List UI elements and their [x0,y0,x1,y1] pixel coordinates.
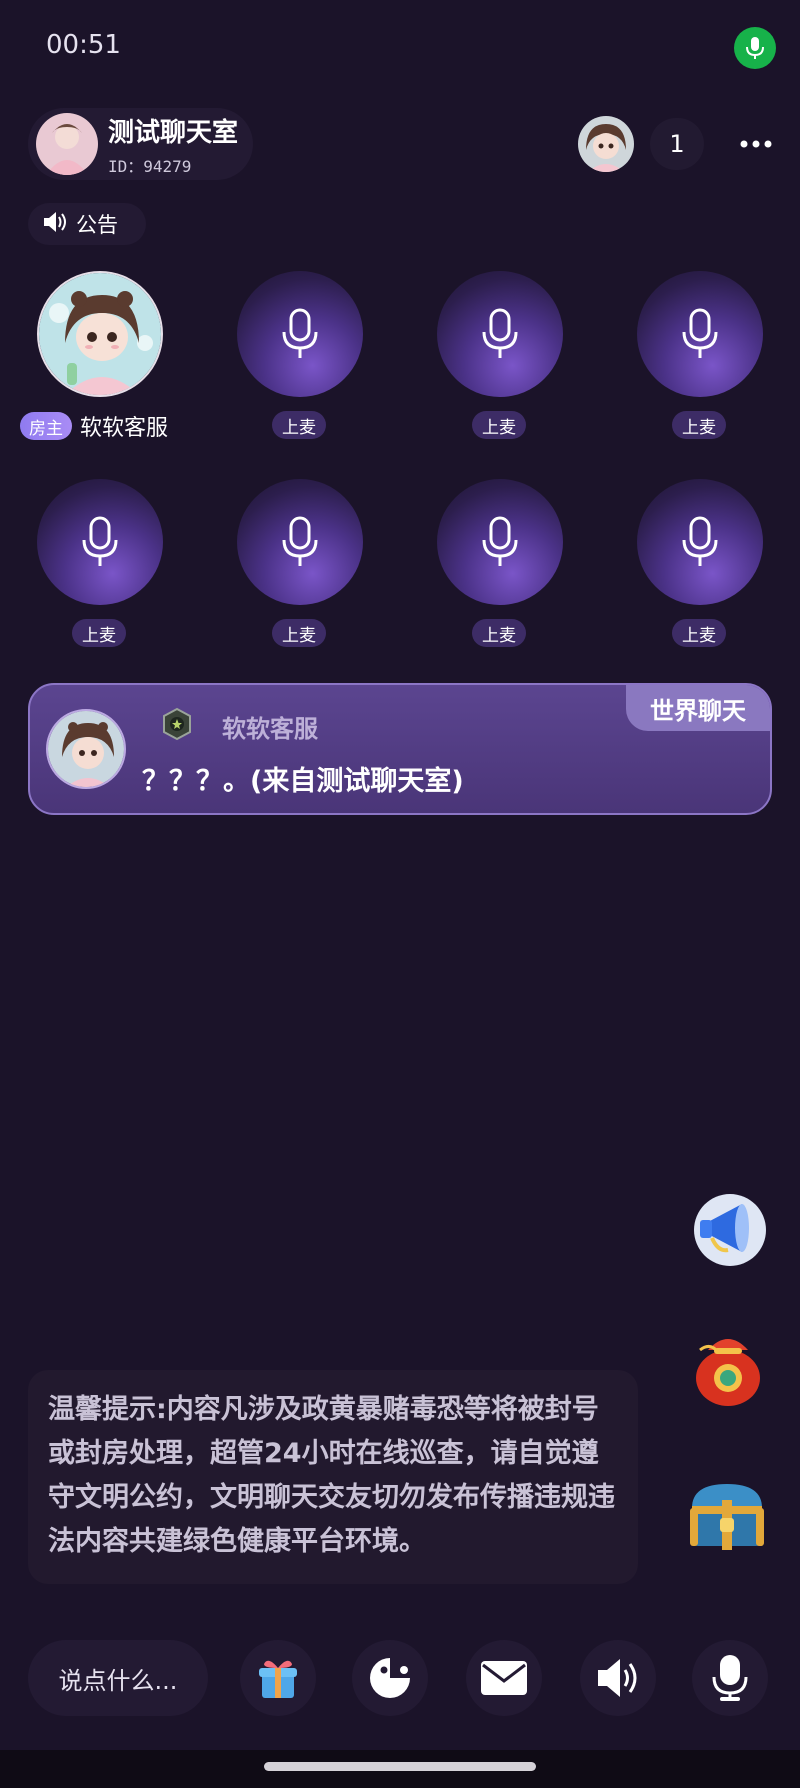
microphone-icon [682,308,718,358]
seat-6[interactable] [437,479,563,605]
microphone-icon [482,516,518,566]
seat-7[interactable] [637,479,763,605]
microphone-icon [282,516,318,566]
announcement-label: 公告 [76,213,118,237]
warning-tip-text: 温馨提示:内容凡涉及政黄暴赌毒恐等将被封号或封房处理，超管24小时在线巡查，请自… [48,1394,615,1557]
lucky-bag-icon[interactable] [686,1320,770,1406]
megaphone-icon[interactable] [686,1186,770,1270]
status-time: 00:51 [46,30,121,60]
seat-3-label[interactable]: 上麦 [672,411,726,439]
home-indicator[interactable] [264,1762,536,1771]
microphone-icon [82,516,118,566]
online-count[interactable]: 1 [650,118,704,170]
seat-5[interactable] [237,479,363,605]
gift-icon [259,1660,297,1698]
room-avatar[interactable] [36,113,98,175]
microphone-button[interactable] [692,1640,768,1716]
online-user-avatar[interactable] [578,116,634,172]
game-button[interactable] [352,1640,428,1716]
seat-3[interactable] [637,271,763,397]
world-chat-sender: 软软客服 [222,715,318,743]
seat-1[interactable] [237,271,363,397]
sender-avatar[interactable] [46,709,126,789]
seat-7-label[interactable]: 上麦 [672,619,726,647]
world-chat-card[interactable]: 世界聊天 软软客服 ？？？。(来自测试聊天室) [28,683,772,815]
host-seat-avatar[interactable] [37,271,163,397]
microphone-icon [682,516,718,566]
world-chat-tag: 世界聊天 [626,685,770,731]
seat-2-label[interactable]: 上麦 [472,411,526,439]
seat-1-label[interactable]: 上麦 [272,411,326,439]
microphone-icon [482,308,518,358]
warning-tip: 温馨提示:内容凡涉及政黄暴赌毒恐等将被封号或封房处理，超管24小时在线巡查，请自… [28,1370,638,1584]
room-id: ID：94279 [108,157,192,176]
mail-icon [481,1661,527,1695]
world-chat-message: ？？？。(来自测试聊天室) [142,766,464,797]
seat-4[interactable] [37,479,163,605]
speaker-button[interactable] [580,1640,656,1716]
room-title: 测试聊天室 [108,118,239,148]
seat-4-label[interactable]: 上麦 [72,619,126,647]
microphone-icon [282,308,318,358]
host-badge: 房主 [20,412,72,440]
gift-button[interactable] [240,1640,316,1716]
speaker-icon [598,1659,637,1697]
speaker-icon [42,210,68,239]
more-icon[interactable] [736,124,776,164]
game-icon [370,1658,410,1698]
host-name: 软软客服 [80,416,169,441]
rank-badge-icon [160,707,194,741]
seat-2[interactable] [437,271,563,397]
treasure-chest-icon[interactable] [682,1470,772,1560]
mic-status-icon [734,27,776,69]
seat-6-label[interactable]: 上麦 [472,619,526,647]
microphone-icon [712,1655,748,1701]
chat-input[interactable]: 说点什么... [28,1640,208,1716]
announcement-button[interactable]: 公告 [28,203,146,245]
mail-button[interactable] [466,1640,542,1716]
seat-5-label[interactable]: 上麦 [272,619,326,647]
